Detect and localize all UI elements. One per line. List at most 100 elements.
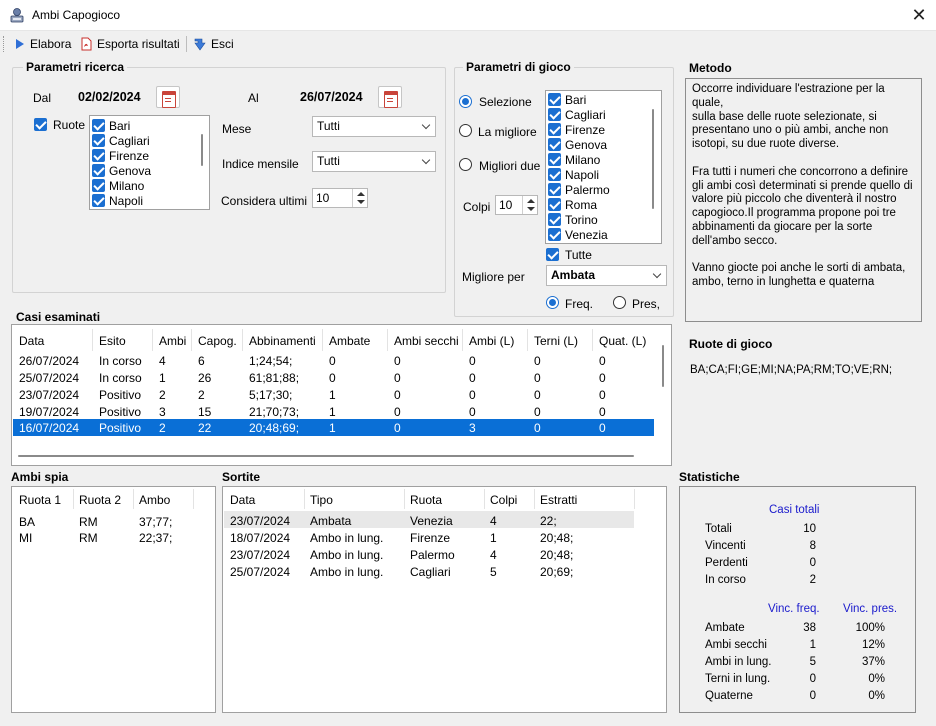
table-cell: 0 xyxy=(599,354,606,368)
esporta-button[interactable]: Esporta risultati xyxy=(79,34,180,54)
esporta-label: Esporta risultati xyxy=(97,37,180,51)
list-item[interactable]: Torino xyxy=(548,212,598,227)
col-header[interactable]: Ambi (L) xyxy=(469,334,514,348)
horizontal-scrollbar[interactable] xyxy=(18,455,634,457)
colpi-stepper[interactable]: 10 xyxy=(495,195,538,215)
table-cell: Positivo xyxy=(99,405,142,419)
ruote-ricerca-list[interactable]: Bari Cagliari Firenze Genova Milano Napo… xyxy=(89,115,210,210)
table-cell: 4 xyxy=(490,548,497,562)
col-header[interactable]: Ambi secchi xyxy=(394,334,459,348)
elabora-button[interactable]: Elabora xyxy=(14,34,71,54)
check-icon xyxy=(548,108,561,121)
migliori-due-radio[interactable] xyxy=(459,158,472,171)
ruote-gioco-list[interactable]: Bari Cagliari Firenze Genova Milano Napo… xyxy=(545,90,662,244)
col-header[interactable]: Ambate xyxy=(329,334,370,348)
list-item[interactable]: Firenze xyxy=(548,122,605,137)
col-sep xyxy=(462,329,463,351)
indice-select[interactable]: Tutti xyxy=(312,151,436,172)
spin-buttons[interactable] xyxy=(522,196,537,214)
col-header[interactable]: Estratti xyxy=(540,493,577,507)
casi-grid[interactable]: Data Esito Ambi Capog. Abbinamenti Ambat… xyxy=(11,324,672,466)
al-calendar-icon[interactable] xyxy=(378,86,402,108)
col-header[interactable]: Data xyxy=(19,334,44,348)
col-header[interactable]: Ruota 2 xyxy=(79,493,121,507)
list-item[interactable]: Napoli xyxy=(92,193,143,208)
ruote-gioco-title: Ruote di gioco xyxy=(689,337,773,351)
close-icon[interactable]: ✕ xyxy=(906,3,932,27)
considera-stepper[interactable]: 10 xyxy=(312,188,368,208)
list-item[interactable]: Genova xyxy=(92,163,151,178)
table-cell: 22;37; xyxy=(139,531,173,545)
selezione-radio[interactable] xyxy=(459,95,472,108)
list-item[interactable]: Napoli xyxy=(548,167,599,182)
col-header[interactable]: Colpi xyxy=(490,493,517,507)
list-item[interactable]: Genova xyxy=(548,137,607,152)
list-item[interactable]: Firenze xyxy=(92,148,149,163)
col-header[interactable]: Ambo xyxy=(139,493,170,507)
col-sep xyxy=(152,329,153,351)
spia-grid[interactable]: Ruota 1 Ruota 2 Ambo BA RM 37;77; MI RM 22;3… xyxy=(11,486,216,713)
list-item[interactable]: Bari xyxy=(92,118,130,133)
scrollbar[interactable] xyxy=(652,109,654,209)
list-item[interactable]: Cagliari xyxy=(548,107,606,122)
table-cell: Firenze xyxy=(410,531,451,545)
stat-value: 2 xyxy=(809,574,816,586)
col-header[interactable]: Capog. xyxy=(198,334,237,348)
ruote-label: Ruote xyxy=(53,118,86,132)
check-icon xyxy=(548,93,561,106)
table-cell: 5;17;30; xyxy=(249,388,293,402)
col-header[interactable]: Esito xyxy=(99,334,126,348)
table-cell: 1 xyxy=(329,388,336,402)
list-item[interactable]: Cagliari xyxy=(92,133,150,148)
col-sep xyxy=(322,329,323,351)
col-sep xyxy=(634,489,635,509)
col-header[interactable]: Ambi xyxy=(159,334,186,348)
col-header[interactable]: Abbinamenti xyxy=(249,334,316,348)
migliore-per-select[interactable]: Ambata xyxy=(546,265,667,286)
list-item[interactable]: Venezia xyxy=(548,227,608,242)
stat-value: 5 xyxy=(809,656,816,668)
table-cell: 0 xyxy=(394,405,401,419)
list-item[interactable]: Roma xyxy=(548,197,597,212)
freq-radio[interactable] xyxy=(546,296,559,309)
check-icon xyxy=(548,123,561,136)
dal-calendar-icon[interactable] xyxy=(156,86,180,108)
col-header[interactable]: Tipo xyxy=(310,493,333,507)
parametri-ricerca-title: Parametri ricerca xyxy=(23,60,128,74)
al-date: 26/07/2024 xyxy=(300,90,363,104)
list-item[interactable]: Milano xyxy=(92,178,144,193)
col-header[interactable]: Terni (L) xyxy=(534,334,578,348)
col-header[interactable]: Data xyxy=(230,493,255,507)
table-cell: 19/07/2024 xyxy=(19,405,80,419)
col-header[interactable]: Ruota 1 xyxy=(19,493,61,507)
table-cell: 26/07/2024 xyxy=(19,354,80,368)
chevron-down-icon xyxy=(652,269,662,279)
spia-title: Ambi spia xyxy=(11,470,69,484)
table-cell: 0 xyxy=(394,388,401,402)
stat-value: 10 xyxy=(803,523,816,535)
list-item[interactable]: Milano xyxy=(548,152,600,167)
table-cell: 0 xyxy=(534,421,541,435)
sortite-grid[interactable]: Data Tipo Ruota Colpi Estratti 23/07/202… xyxy=(222,486,667,713)
mese-select[interactable]: Tutti xyxy=(312,116,436,137)
table-cell: BA xyxy=(19,515,36,529)
pres-radio[interactable] xyxy=(613,296,626,309)
list-item[interactable]: Bari xyxy=(548,92,586,107)
table-cell: 23/07/2024 xyxy=(230,514,291,528)
check-icon xyxy=(548,228,561,241)
migliore-per-label: Migliore per xyxy=(462,270,525,284)
table-cell: RM xyxy=(79,515,98,529)
table-cell: 1 xyxy=(159,371,166,385)
col-header[interactable]: Quat. (L) xyxy=(599,334,646,348)
col-header[interactable]: Ruota xyxy=(410,493,442,507)
vertical-scrollbar[interactable] xyxy=(662,345,664,387)
esci-button[interactable]: Esci xyxy=(192,34,234,54)
tutte-checkbox[interactable] xyxy=(546,248,559,261)
migliore-radio[interactable] xyxy=(459,124,472,137)
stat-value: 8 xyxy=(809,540,816,552)
list-item[interactable]: Palermo xyxy=(548,182,610,197)
ruote-checkbox[interactable] xyxy=(34,118,47,131)
scrollbar[interactable] xyxy=(201,134,203,166)
spin-buttons[interactable] xyxy=(352,189,367,207)
stat-label: Quaterne xyxy=(705,690,753,702)
